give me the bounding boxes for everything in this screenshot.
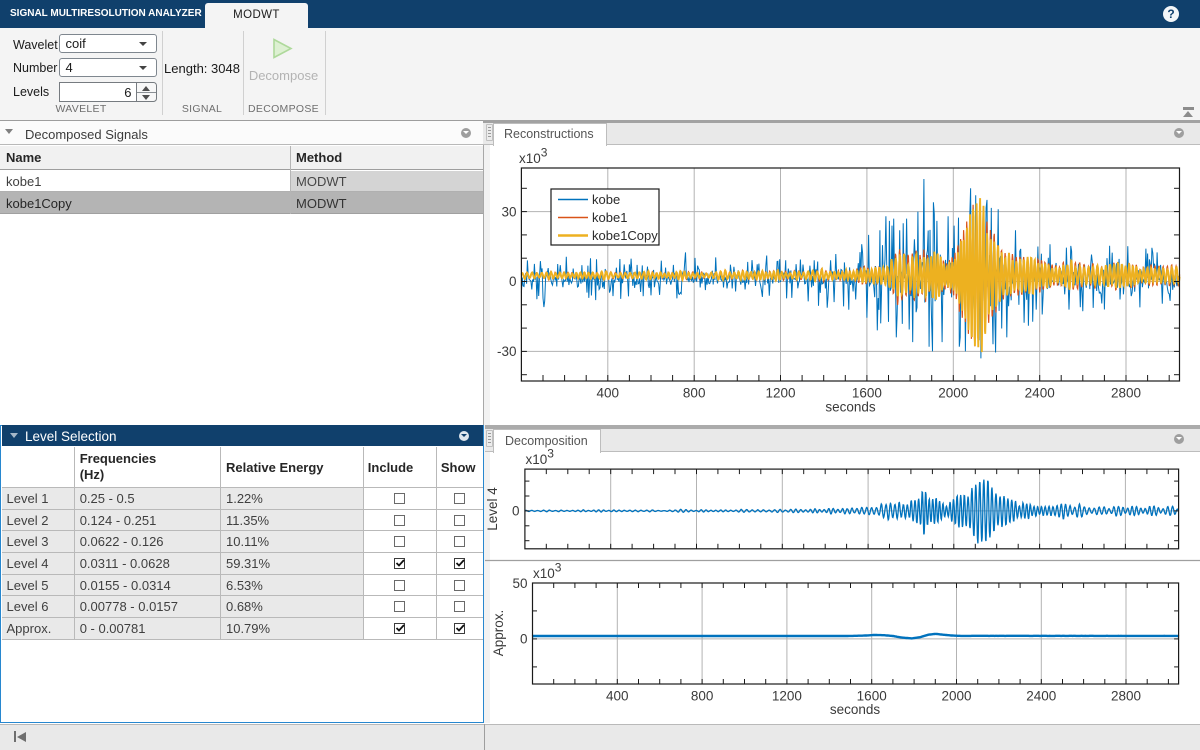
svg-text:0: 0 (520, 631, 528, 646)
svg-text:400: 400 (606, 689, 629, 704)
svg-text:0: 0 (512, 504, 520, 519)
svg-text:50: 50 (512, 576, 527, 591)
svg-text:1200: 1200 (772, 689, 802, 704)
svg-text:x103: x103 (526, 447, 555, 468)
svg-text:2800: 2800 (1111, 689, 1141, 704)
svg-text:Level 4: Level 4 (485, 487, 500, 531)
svg-text:2400: 2400 (1026, 689, 1056, 704)
svg-text:x103: x103 (533, 561, 562, 582)
svg-text:seconds: seconds (830, 702, 881, 717)
svg-text:800: 800 (691, 689, 714, 704)
svg-text:2000: 2000 (941, 689, 971, 704)
svg-text:Approx.: Approx. (491, 610, 506, 657)
